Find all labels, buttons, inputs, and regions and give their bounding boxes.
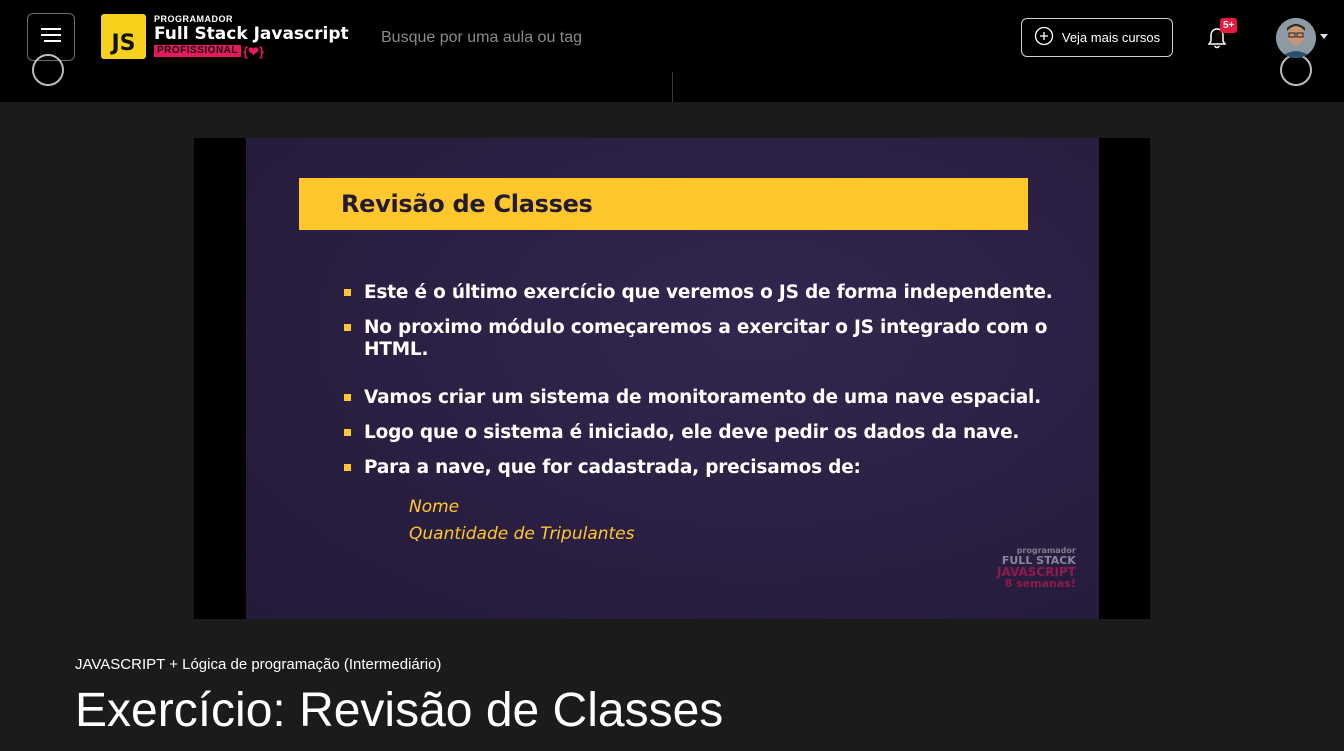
video-player[interactable]: Revisão de Classes Este é o último exerc… [194, 138, 1150, 619]
brand-logo[interactable]: JS PROGRAMADOR Full Stack Javascript PRO… [101, 12, 349, 60]
course-name: JAVASCRIPT + Lógica de programação (Inte… [75, 656, 442, 673]
search-input[interactable] [381, 27, 711, 49]
logo-text: PROGRAMADOR Full Stack Javascript PROFIS… [154, 13, 349, 58]
logo-tag: PROFISSIONAL [154, 45, 242, 57]
chevron-right-icon [1280, 54, 1312, 86]
slide-title: Revisão de Classes [341, 190, 593, 218]
logo-tag-row: PROFISSIONAL {❤} [154, 45, 349, 58]
course-watermark: programador FULL STACK JAVASCRIPT 8 sema… [997, 547, 1076, 590]
prev-lesson-button[interactable] [32, 50, 64, 86]
js-logo-badge: JS [101, 13, 146, 59]
field-item: Quantidade de Tripulantes [409, 524, 635, 544]
top-navbar: JS PROGRAMADOR Full Stack Javascript PRO… [0, 0, 1344, 102]
avatar[interactable] [1276, 18, 1316, 58]
watermark-line: 8 semanas! [1004, 577, 1076, 590]
bullet-item: Para a nave, que for cadastrada, precisa… [344, 457, 1064, 479]
hamburger-icon [41, 27, 61, 47]
bullet-item: Vamos criar um sistema de monitoramento … [344, 387, 1064, 409]
more-courses-label: Veja mais cursos [1061, 30, 1161, 45]
logo-main-text: Full Stack Javascript [154, 23, 349, 44]
notification-badge: 5+ [1220, 18, 1238, 33]
logo-small-text: PROGRAMADOR [154, 13, 233, 24]
bullet-item: No proximo módulo começaremos a exercita… [344, 317, 1054, 361]
field-item: Nome [409, 497, 460, 517]
slide-frame: Revisão de Classes Este é o último exerc… [246, 138, 1099, 619]
bullet-item: Este é o último exercício que veremos o … [344, 282, 1064, 304]
logo-brace: {❤} [243, 43, 265, 59]
slide-bullets: Este é o último exercício que veremos o … [344, 282, 1064, 479]
chevron-left-icon [32, 54, 64, 86]
plus-circle-icon [1034, 26, 1054, 49]
more-courses-button[interactable]: Veja mais cursos [1021, 18, 1173, 57]
lesson-title: Exercício: Revisão de Classes [75, 684, 724, 737]
header-divider [672, 72, 673, 102]
chevron-down-icon[interactable] [1320, 34, 1328, 39]
bullet-item: Logo que o sistema é iniciado, ele deve … [344, 422, 1064, 444]
slide-title-bar: Revisão de Classes [299, 178, 1028, 230]
